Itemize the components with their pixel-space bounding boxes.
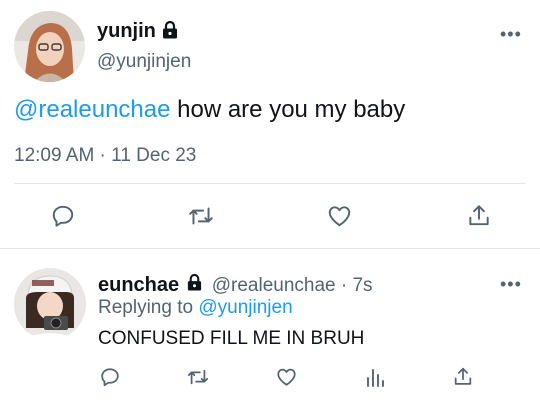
display-name[interactable]: yunjin (97, 20, 156, 43)
mention-link[interactable]: @realeunchae (14, 96, 170, 123)
replying-handle-link[interactable]: @yunjinjen (198, 297, 292, 318)
avatar-yunjin[interactable] (14, 11, 85, 82)
reply-time[interactable]: 7s (352, 275, 372, 296)
reply-separator: · (335, 275, 353, 296)
avatar-eunchae[interactable] (14, 268, 86, 340)
divider (14, 183, 526, 184)
tweet-text: @realeunchae how are you my baby (14, 96, 405, 124)
reply-header: eunchae @realeunchae · 7s (98, 273, 373, 297)
share-icon[interactable] (452, 365, 474, 388)
share-icon[interactable] (466, 202, 492, 229)
tweet-body: how are you my baby (170, 96, 406, 123)
reply-handle[interactable]: @realeunchae (212, 275, 336, 296)
reply-icon[interactable] (99, 366, 121, 388)
lock-icon (161, 20, 179, 40)
analytics-icon[interactable] (365, 367, 385, 388)
user-handle[interactable]: @yunjinjen (97, 51, 191, 73)
more-options-icon[interactable]: ••• (500, 274, 522, 295)
replying-label: Replying to (98, 297, 199, 318)
retweet-icon[interactable] (187, 203, 215, 229)
divider (0, 248, 540, 249)
retweet-icon[interactable] (186, 366, 210, 388)
reply-display-name[interactable]: eunchae (98, 274, 179, 296)
reply-text: CONFUSED FILL ME IN BRUH (98, 328, 365, 349)
lock-icon (186, 273, 203, 292)
more-options-icon[interactable]: ••• (500, 24, 522, 45)
like-icon[interactable] (275, 366, 298, 388)
replying-to: Replying to @yunjinjen (98, 297, 293, 319)
like-icon[interactable] (326, 203, 353, 229)
reply-icon[interactable] (50, 203, 76, 229)
tweet-timestamp[interactable]: 12:09 AM · 11 Dec 23 (14, 145, 196, 167)
